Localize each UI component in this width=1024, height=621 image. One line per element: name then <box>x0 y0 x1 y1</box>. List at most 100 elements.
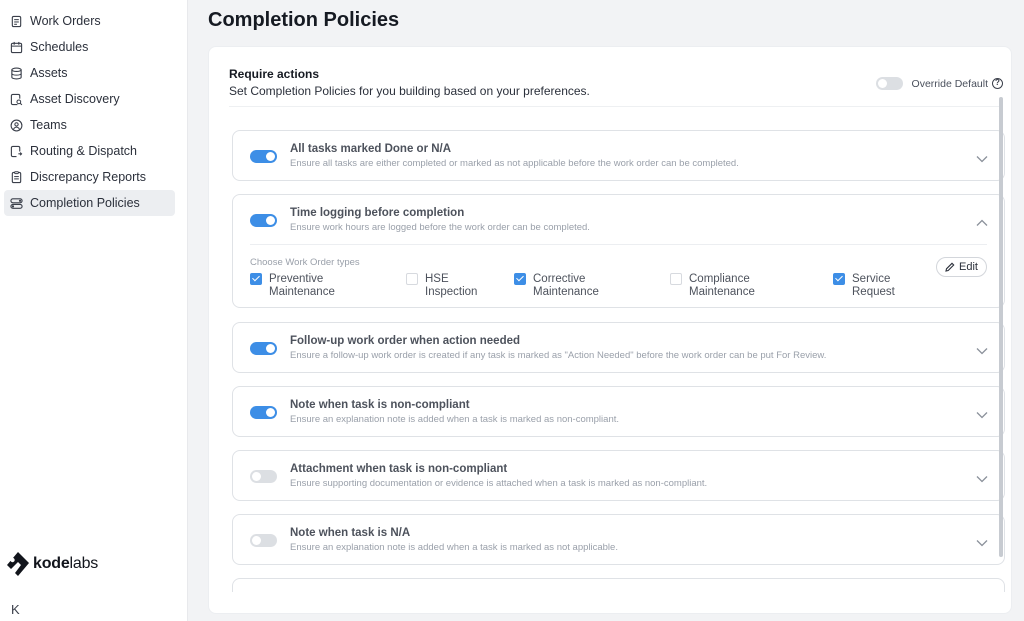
toggles-icon <box>10 197 23 210</box>
type-label-line1: HSE <box>425 273 449 285</box>
work-order-type-option[interactable]: HSE Inspection <box>406 273 477 299</box>
policy-item: Attachment when task is non-compliant En… <box>232 450 1005 501</box>
policy-description: Ensure work hours are logged before the … <box>290 222 590 233</box>
policy-row[interactable]: All tasks marked Done or N/A Ensure all … <box>233 131 1004 181</box>
chevron-down-icon[interactable] <box>976 534 988 547</box>
checkbox[interactable] <box>514 273 526 285</box>
calendar-icon <box>10 41 23 54</box>
policy-description: Ensure an explanation note is added when… <box>290 414 620 425</box>
work-order-type-option[interactable]: Service Request <box>833 273 895 299</box>
policy-toggle[interactable] <box>250 533 277 547</box>
kodelabs-logo-icon <box>7 552 29 576</box>
clipboard-icon <box>10 15 23 28</box>
policies-list: All tasks marked Done or N/A Ensure all … <box>232 130 1005 592</box>
sidebar-item-label: Completion Policies <box>30 196 140 210</box>
type-label-line2: Maintenance <box>533 286 599 298</box>
policy-toggle[interactable] <box>250 469 277 483</box>
policy-row[interactable]: Time logging before completion Ensure wo… <box>233 195 1004 245</box>
policy-title: Follow-up work order when action needed <box>290 335 521 347</box>
card-header: Require actions Set Completion Policies … <box>229 67 1003 107</box>
sidebar-item-label: Schedules <box>30 40 89 54</box>
policy-item-clipped <box>232 578 1005 592</box>
override-default-toggle[interactable] <box>875 77 903 90</box>
type-label-line1: Service <box>852 273 891 285</box>
sidebar-item-completion-policies[interactable]: Completion Policies <box>4 190 175 216</box>
policy-description: Ensure all tasks are either completed or… <box>290 158 739 169</box>
chevron-up-icon[interactable] <box>976 214 988 226</box>
logo-text-kode: kode <box>33 555 70 572</box>
policy-description: Ensure an explanation note is added when… <box>290 542 618 553</box>
kodelabs-logo[interactable]: kodelabs <box>6 551 98 577</box>
chevron-down-icon[interactable] <box>976 470 988 483</box>
policy-title: Time logging before completion <box>290 207 465 219</box>
scrollbar[interactable] <box>999 97 1003 557</box>
type-label-line2: Request <box>852 286 895 298</box>
policy-title: Note when task is non-compliant <box>290 399 470 411</box>
collapse-icon: K <box>11 602 20 617</box>
sidebar-item-label: Asset Discovery <box>30 92 120 106</box>
database-icon <box>10 67 23 80</box>
sidebar-item-label: Teams <box>30 118 67 132</box>
logo-text: kodelabs <box>33 555 98 573</box>
policy-toggle[interactable] <box>250 149 277 163</box>
checkbox[interactable] <box>833 273 845 285</box>
policy-row[interactable]: Note when task is non-compliant Ensure a… <box>233 387 1004 437</box>
logo-text-labs: labs <box>69 555 99 572</box>
help-icon[interactable]: ? <box>992 78 1003 89</box>
checkbox[interactable] <box>406 273 418 285</box>
choose-work-order-types-label: Choose Work Order types <box>250 257 360 268</box>
checkbox[interactable] <box>250 273 262 285</box>
policy-toggle[interactable] <box>250 341 277 355</box>
policy-item: Note when task is N/A Ensure an explanat… <box>232 514 1005 565</box>
type-label-line2: Maintenance <box>689 286 755 298</box>
edit-button[interactable]: Edit <box>936 257 987 277</box>
type-label-line2: Inspection <box>425 286 478 298</box>
policy-row[interactable]: Follow-up work order when action needed … <box>233 323 1004 373</box>
sidebar-item-work-orders[interactable]: Work Orders <box>4 8 175 34</box>
sidebar-item-assets[interactable]: Assets <box>4 60 175 86</box>
people-icon <box>10 119 23 132</box>
policy-toggle[interactable] <box>250 213 277 227</box>
edit-label: Edit <box>959 261 978 273</box>
sidebar-item-discrepancy-reports[interactable]: Discrepancy Reports <box>4 164 175 190</box>
work-order-types-panel: Choose Work Order types Preventive Mainte… <box>250 244 987 298</box>
sidebar-item-schedules[interactable]: Schedules <box>4 34 175 60</box>
work-order-type-option[interactable]: Preventive Maintenance <box>250 273 335 299</box>
policy-description: Ensure a follow-up work order is created… <box>290 350 827 361</box>
override-default: Override Default ? <box>875 77 1003 90</box>
policy-item: Follow-up work order when action needed … <box>232 322 1005 373</box>
page-title: Completion Policies <box>208 9 400 31</box>
sidebar-item-routing-dispatch[interactable]: Routing & Dispatch <box>4 138 175 164</box>
sidebar-item-teams[interactable]: Teams <box>4 112 175 138</box>
policy-title: Attachment when task is non-compliant <box>290 463 508 475</box>
collapse-sidebar-button[interactable]: K <box>11 602 20 617</box>
sidebar: Work Orders Schedules Assets Asset Disco… <box>0 0 188 621</box>
policy-title: All tasks marked Done or N/A <box>290 143 452 155</box>
policy-row[interactable]: Note when task is N/A Ensure an explanat… <box>233 515 1004 565</box>
policies-card: Require actions Set Completion Policies … <box>208 46 1012 614</box>
policy-item: All tasks marked Done or N/A Ensure all … <box>232 130 1005 181</box>
policy-title: Note when task is N/A <box>290 527 411 539</box>
sidebar-nav: Work Orders Schedules Assets Asset Disco… <box>4 8 175 216</box>
type-label-line1: Corrective <box>533 273 586 285</box>
chevron-down-icon[interactable] <box>976 406 988 419</box>
report-icon <box>10 170 23 184</box>
chevron-down-icon[interactable] <box>976 150 988 163</box>
policy-item-expanded: Time logging before completion Ensure wo… <box>232 194 1005 308</box>
work-order-type-option[interactable]: Corrective Maintenance <box>514 273 599 299</box>
sidebar-item-label: Assets <box>30 66 68 80</box>
chevron-down-icon[interactable] <box>976 342 988 355</box>
type-label-line1: Preventive <box>269 273 324 285</box>
sidebar-item-label: Work Orders <box>30 14 101 28</box>
type-label-line2: Maintenance <box>269 286 335 298</box>
override-default-label: Override Default <box>911 77 988 90</box>
work-order-type-option[interactable]: Compliance Maintenance <box>670 273 755 299</box>
sidebar-item-label: Discrepancy Reports <box>30 170 147 184</box>
checkbox[interactable] <box>670 273 682 285</box>
policy-row[interactable]: Attachment when task is non-compliant En… <box>233 451 1004 501</box>
routing-icon <box>10 145 23 158</box>
sidebar-item-label: Routing & Dispatch <box>30 144 138 158</box>
type-label-line1: Compliance <box>689 273 750 285</box>
sidebar-item-asset-discovery[interactable]: Asset Discovery <box>4 86 175 112</box>
policy-toggle[interactable] <box>250 405 277 419</box>
